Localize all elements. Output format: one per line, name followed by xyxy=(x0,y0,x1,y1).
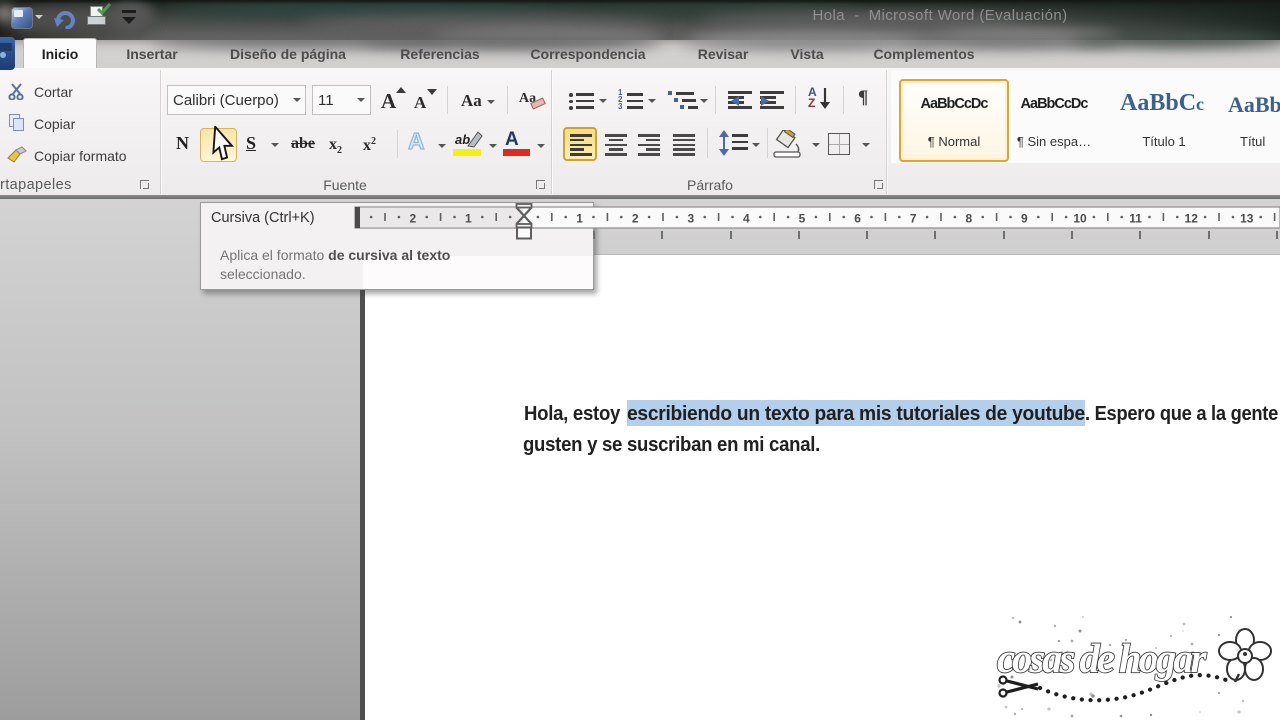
svg-text:10: 10 xyxy=(1073,212,1087,226)
svg-text:cosas de hogar: cosas de hogar xyxy=(997,635,1208,681)
svg-text:7: 7 xyxy=(910,212,917,226)
svg-text:1: 1 xyxy=(576,212,583,226)
svg-text:13: 13 xyxy=(1240,212,1254,226)
svg-text:5: 5 xyxy=(799,212,806,226)
svg-text:6: 6 xyxy=(854,212,861,226)
svg-text:11: 11 xyxy=(1129,212,1142,226)
svg-text:2: 2 xyxy=(632,212,639,226)
svg-text:9: 9 xyxy=(1021,212,1028,226)
svg-text:4: 4 xyxy=(743,212,750,226)
svg-text:8: 8 xyxy=(965,212,972,226)
svg-text:2: 2 xyxy=(409,212,416,226)
svg-text:12: 12 xyxy=(1185,212,1199,226)
svg-text:3: 3 xyxy=(687,212,694,226)
svg-text:1: 1 xyxy=(465,212,472,226)
